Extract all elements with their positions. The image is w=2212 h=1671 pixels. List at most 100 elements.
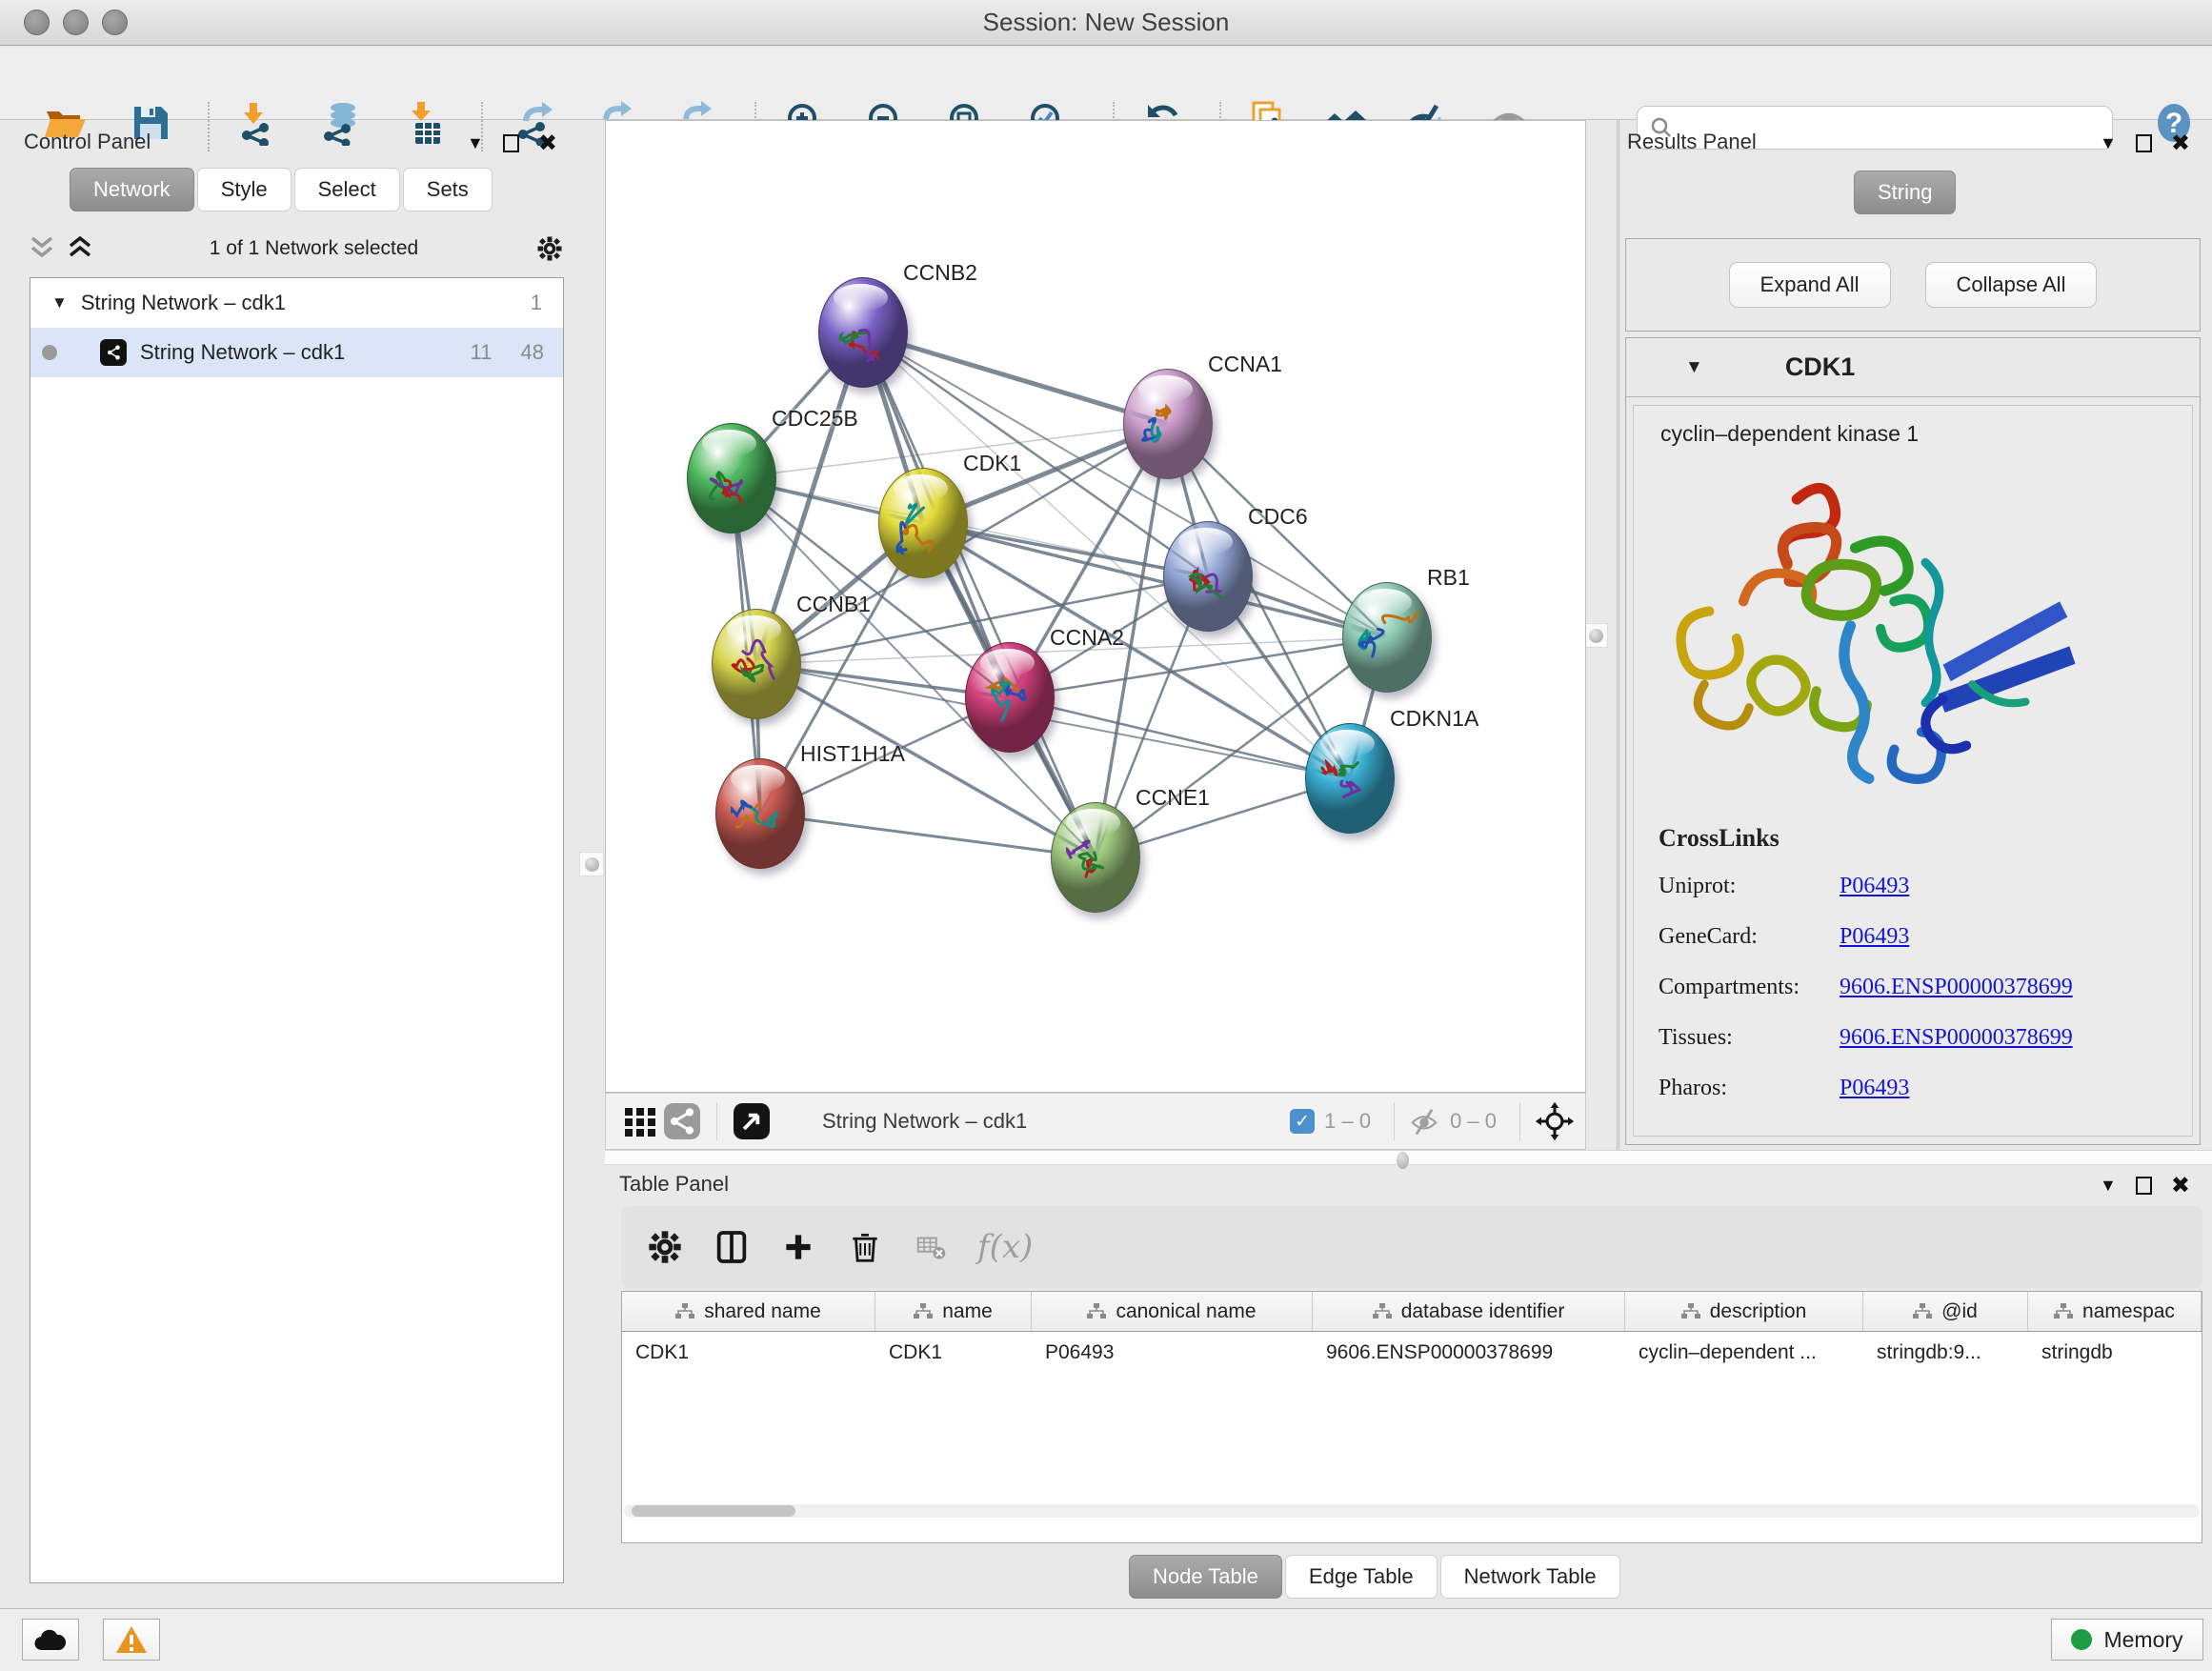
close-panel-icon[interactable]: ✖ [2171,1172,2190,1199]
collapse-all-button[interactable]: Collapse All [1925,262,2098,308]
network-view-canvas[interactable]: CCNB2CCNA1CDC25BCDK1CDC6RB1CCNB1CCNA2CDK… [605,120,1586,1093]
network-node-label: CCNA2 [1050,625,1124,651]
table-cell[interactable]: cyclin–dependent ... [1625,1332,1863,1374]
delete-column-trash-icon[interactable] [844,1226,886,1268]
network-collection-row[interactable]: ▼ String Network – cdk1 1 [30,278,563,328]
table-cell[interactable]: stringdb [2028,1332,2202,1374]
protein-thumbnail [702,449,763,510]
tab-sets[interactable]: Sets [403,168,493,211]
crosslink-row: Compartments:9606.ENSP00000378699 [1659,975,2192,1000]
right-splitter[interactable] [1587,120,1619,1150]
grid-view-icon[interactable] [619,1100,661,1142]
network-node-label: HIST1H1A [800,741,905,767]
close-panel-icon[interactable]: ✖ [538,130,557,157]
tab-select[interactable]: Select [294,168,400,211]
show-columns-icon[interactable] [711,1226,753,1268]
table-row[interactable]: CDK1CDK1P064939606.ENSP00000378699cyclin… [622,1332,2202,1374]
node-table[interactable]: shared namenamecanonical namedatabase id… [621,1291,2202,1543]
horizontal-scrollbar[interactable] [624,1504,2200,1518]
table-cell[interactable]: stringdb:9... [1863,1332,2028,1374]
birdseye-view-icon[interactable] [731,1100,773,1142]
warning-status-button[interactable] [103,1619,160,1661]
tab-network-table[interactable]: Network Table [1440,1555,1620,1599]
fit-selected-crosshair-icon[interactable] [1534,1100,1576,1142]
tab-network[interactable]: Network [70,168,194,211]
left-splitter[interactable] [583,120,605,1150]
results-panel-title: Results Panel [1627,130,1757,154]
import-table-file-button[interactable] [398,98,448,148]
network-node-CDC25B[interactable] [687,423,776,534]
gene-description: cyclin–dependent kinase 1 [1660,421,2192,447]
network-node-CDKN1A[interactable] [1305,723,1395,834]
table-header-row: shared namenamecanonical namedatabase id… [622,1292,2202,1332]
cloud-icon [33,1627,68,1652]
control-panel-title: Control Panel [24,130,151,154]
import-network-database-button[interactable] [314,98,364,148]
network-node-RB1[interactable] [1342,582,1432,693]
expand-all-icon[interactable] [68,235,92,262]
column-header-database-identifier[interactable]: database identifier [1313,1292,1625,1331]
network-node-HIST1H1A[interactable] [715,758,805,869]
close-panel-icon[interactable]: ✖ [2171,130,2190,157]
network-node-CDC6[interactable] [1163,521,1253,632]
crosslink-link[interactable]: P06493 [1840,1076,1909,1101]
string-network-badge-icon[interactable] [661,1100,703,1142]
float-panel-icon[interactable]: ▼ [2100,1176,2117,1196]
network-list: ▼ String Network – cdk1 1 String Network… [30,277,564,1583]
network-node-CCNB2[interactable] [818,277,908,388]
tab-edge-table[interactable]: Edge Table [1285,1555,1438,1599]
network-node-CCNE1[interactable] [1051,802,1140,913]
network-node-CCNA2[interactable] [965,642,1055,753]
column-header-name[interactable]: name [875,1292,1032,1331]
table-cell[interactable]: CDK1 [875,1332,1032,1374]
memory-button[interactable]: Memory [2051,1619,2203,1661]
network-view-toolbar: String Network – cdk1 ✓ 1 – 0 0 – 0 [605,1093,1586,1150]
tab-string[interactable]: String [1854,171,1956,214]
float-panel-icon[interactable]: ▼ [2100,133,2117,153]
section-expander-icon[interactable]: ▼ [1685,357,1703,378]
right-splitter-grip[interactable] [1583,623,1608,648]
float-panel-icon[interactable]: ▼ [467,133,484,153]
table-cell[interactable]: CDK1 [622,1332,875,1374]
maximize-panel-icon[interactable] [2136,1177,2152,1195]
crosslink-link[interactable]: P06493 [1840,924,1909,950]
cloud-status-button[interactable] [22,1619,79,1661]
crosslink-label: Uniprot: [1659,874,1840,899]
collection-expander-icon[interactable]: ▼ [51,293,68,312]
selected-checkbox-icon[interactable]: ✓ [1290,1109,1315,1134]
network-node-CCNA1[interactable] [1123,369,1213,479]
network-row-selected[interactable]: String Network – cdk1 11 48 [30,328,563,377]
column-header-canonical-name[interactable]: canonical name [1032,1292,1313,1331]
crosslink-link[interactable]: 9606.ENSP00000378699 [1840,975,2073,1000]
maximize-panel-icon[interactable] [2136,134,2152,152]
netbar-divider [1519,1102,1520,1140]
scrollbar-thumb[interactable] [632,1505,795,1517]
crosslink-link[interactable]: P06493 [1840,874,1909,899]
tab-node-table[interactable]: Node Table [1129,1555,1282,1599]
table-options-gear-icon[interactable] [644,1226,686,1268]
crosslink-link[interactable]: 9606.ENSP00000378699 [1840,1025,2073,1051]
expand-all-button[interactable]: Expand All [1729,262,1891,308]
left-splitter-grip[interactable] [579,852,604,876]
add-column-icon[interactable] [777,1226,819,1268]
network-options-gear-icon[interactable] [535,234,564,263]
network-node-CCNB1[interactable] [712,609,801,719]
gene-section-header[interactable]: ▼ CDK1 [1626,338,2200,397]
column-header-shared-name[interactable]: shared name [622,1292,875,1331]
crosslinks-list: Uniprot:P06493GeneCard:P06493Compartment… [1634,874,2192,1101]
table-cell[interactable]: 9606.ENSP00000378699 [1313,1332,1625,1374]
column-header-namespac[interactable]: namespac [2028,1292,2202,1331]
import-network-file-button[interactable] [231,98,280,148]
network-node-label: CCNA1 [1208,352,1282,377]
horizontal-splitter-grip[interactable] [1397,1152,1409,1169]
tab-style[interactable]: Style [197,168,292,211]
edge-count: 48 [521,340,544,365]
table-cell[interactable]: P06493 [1032,1332,1313,1374]
protein-structure-image [1651,454,2099,807]
collapse-all-icon[interactable] [30,235,54,262]
maximize-panel-icon[interactable] [503,134,519,152]
column-header-description[interactable]: description [1625,1292,1863,1331]
status-bar: Memory [0,1608,2212,1671]
network-node-CDK1[interactable] [878,468,968,578]
column-header-@id[interactable]: @id [1863,1292,2028,1331]
